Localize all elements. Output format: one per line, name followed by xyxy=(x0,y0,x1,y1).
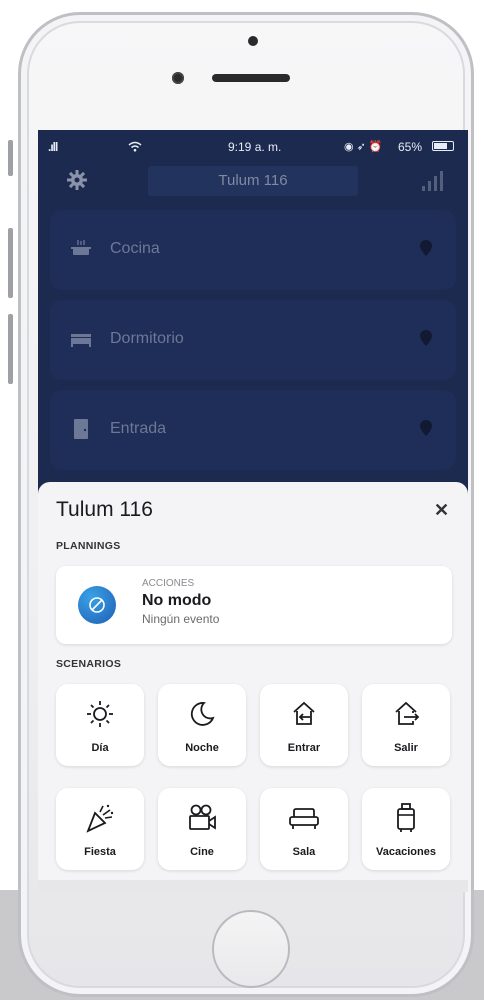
location-pin-icon xyxy=(420,240,432,256)
mute-switch xyxy=(8,140,13,176)
room-label: Entrada xyxy=(110,420,167,437)
scenario-salir[interactable]: Salir xyxy=(362,684,450,766)
bed-icon xyxy=(70,328,92,350)
proximity-sensor xyxy=(248,36,258,46)
scenarios-section-label: SCENARIOS xyxy=(56,658,122,670)
home-button[interactable] xyxy=(212,910,290,988)
enter-home-icon xyxy=(293,701,315,725)
scenario-dia[interactable]: Día xyxy=(56,684,144,766)
front-camera xyxy=(172,72,184,84)
signal-bars-icon[interactable] xyxy=(422,171,444,191)
scenario-sala[interactable]: Sala xyxy=(260,788,348,870)
movie-camera-icon xyxy=(189,804,216,830)
status-icons: ◉ ➶ ⏰ xyxy=(344,141,383,153)
signal-icon: .ıll xyxy=(48,140,58,154)
earpiece-speaker xyxy=(212,74,290,82)
home-bottom-sheet: Tulum 116 ✕ PLANNINGS ACCIONES No modo N… xyxy=(38,482,468,892)
location-pin-icon xyxy=(420,420,432,436)
moon-icon xyxy=(190,702,215,726)
volume-down-button xyxy=(8,314,13,384)
volume-up-button xyxy=(8,228,13,298)
scenario-fiesta[interactable]: Fiesta xyxy=(56,788,144,870)
scenario-label: Sala xyxy=(292,846,316,858)
planning-kicker: ACCIONES xyxy=(142,578,195,589)
sheet-title: Tulum 116 xyxy=(56,498,153,521)
top-bar: Tulum 116 xyxy=(38,160,468,204)
party-popper-icon xyxy=(86,804,114,833)
exit-home-icon xyxy=(395,701,420,725)
scenario-noche[interactable]: Noche xyxy=(158,684,246,766)
scenario-label: Entrar xyxy=(287,742,321,754)
sofa-icon xyxy=(289,808,319,829)
door-icon xyxy=(70,418,92,440)
home-title[interactable]: Tulum 116 xyxy=(38,172,468,189)
planning-name: No modo xyxy=(142,592,212,609)
sun-icon xyxy=(87,701,113,727)
no-mode-icon xyxy=(78,586,116,624)
scenario-label: Salir xyxy=(394,742,418,754)
scenario-label: Noche xyxy=(185,742,219,754)
scenario-label: Cine xyxy=(190,846,214,858)
plannings-section-label: PLANNINGS xyxy=(56,540,121,552)
room-label: Cocina xyxy=(110,240,160,257)
room-card-entrada[interactable]: Entrada xyxy=(50,390,456,470)
room-card-cocina[interactable]: Cocina xyxy=(50,210,456,290)
planning-card[interactable]: ACCIONES No modo Ningún evento xyxy=(56,566,452,644)
scenario-entrar[interactable]: Entrar xyxy=(260,684,348,766)
scenario-label: Fiesta xyxy=(84,846,116,858)
status-time: 9:19 a. m. xyxy=(228,140,282,154)
scenario-label: Vacaciones xyxy=(376,846,436,858)
scenario-cine[interactable]: Cine xyxy=(158,788,246,870)
scenario-vacaciones[interactable]: Vacaciones xyxy=(362,788,450,870)
location-pin-icon xyxy=(420,330,432,346)
wifi-icon xyxy=(128,140,142,155)
planning-subtitle: Ningún evento xyxy=(142,612,220,626)
room-label: Dormitorio xyxy=(110,330,184,347)
sheet-footer xyxy=(38,880,468,892)
pot-icon xyxy=(70,238,92,260)
status-bar: .ıll 9:19 a. m. ◉ ➶ ⏰ 65% xyxy=(38,130,468,160)
app-screen: .ıll 9:19 a. m. ◉ ➶ ⏰ 65% Tulum 116 Coci… xyxy=(38,130,468,892)
scenario-label: Día xyxy=(91,742,109,754)
room-card-dormitorio[interactable]: Dormitorio xyxy=(50,300,456,380)
suitcase-icon xyxy=(397,803,415,832)
battery-icon xyxy=(432,141,454,151)
close-icon[interactable]: ✕ xyxy=(434,500,449,521)
battery-percent: 65% xyxy=(398,140,423,154)
